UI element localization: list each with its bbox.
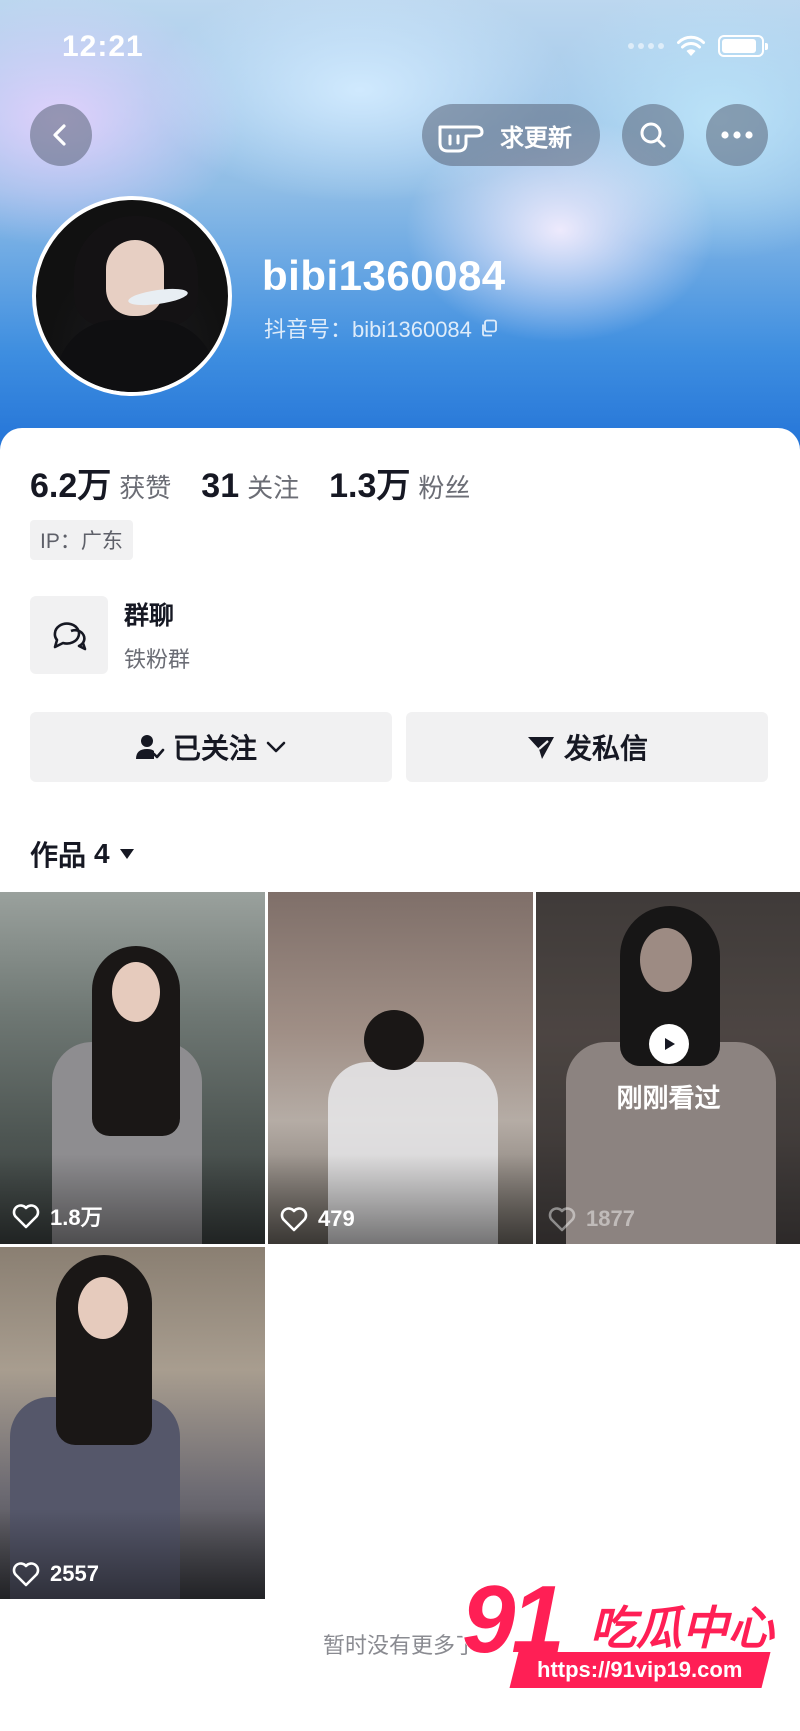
stat-followers[interactable]: 1.3万 粉丝	[329, 458, 470, 507]
like-count: 2557	[12, 1561, 99, 1587]
stat-following-value: 31	[201, 467, 240, 505]
more-dots-icon	[721, 131, 753, 139]
ip-location-tag: IP：广东	[30, 520, 133, 560]
send-message-button[interactable]: 发私信	[406, 712, 768, 782]
followed-label: 已关注	[172, 733, 257, 764]
heart-icon	[12, 1562, 40, 1587]
request-update-button[interactable]: 求更新	[422, 104, 600, 166]
battery-icon	[718, 35, 768, 57]
watermark-logo: 91 吃瓜中心 https://91vip19.com	[462, 1572, 782, 1698]
recently-watched-overlay: 刚刚看过	[536, 1024, 800, 1115]
status-icons	[628, 34, 768, 58]
like-count: 1877	[548, 1206, 635, 1232]
more-button[interactable]	[706, 104, 768, 166]
watermark-url: https://91vip19.com	[537, 1657, 743, 1682]
video-thumbnail[interactable]: 2557	[0, 1247, 265, 1599]
group-chat-subtitle: 铁粉群	[124, 647, 191, 672]
request-update-label: 求更新	[500, 124, 572, 152]
works-label: 作品	[30, 840, 87, 871]
user-check-icon	[135, 735, 165, 759]
like-count: 479	[280, 1206, 355, 1232]
heart-icon	[280, 1207, 308, 1232]
douyin-id[interactable]: 抖音号：bibi1360084	[264, 312, 498, 344]
douyin-id-text: 抖音号：bibi1360084	[264, 317, 472, 342]
signal-icon	[628, 43, 664, 49]
search-button[interactable]	[622, 104, 684, 166]
works-tab[interactable]: 作品 4	[30, 834, 136, 874]
like-count-value: 1877	[586, 1206, 635, 1231]
like-count: 1.8万	[12, 1200, 103, 1232]
recently-watched-label: 刚刚看过	[616, 1083, 721, 1113]
chevron-down-icon	[266, 741, 286, 753]
stat-followers-value: 1.3万	[329, 467, 411, 505]
video-thumbnail[interactable]: 1.8万	[0, 892, 265, 1244]
stat-likes[interactable]: 6.2万 获赞	[30, 458, 171, 507]
username: bibi1360084	[262, 252, 506, 299]
like-count-value: 2557	[50, 1561, 99, 1586]
profile-stats: 6.2万 获赞 31 关注 1.3万 粉丝	[30, 458, 500, 507]
group-chat-entry[interactable]: 群聊 铁粉群	[30, 596, 190, 674]
chevron-left-icon	[53, 124, 66, 146]
copy-icon[interactable]	[480, 319, 498, 337]
caret-down-icon	[119, 849, 134, 859]
stat-following[interactable]: 31 关注	[201, 467, 299, 506]
video-thumbnail[interactable]: 479	[268, 892, 533, 1244]
status-time: 12:21	[62, 30, 144, 63]
heart-icon	[548, 1207, 576, 1232]
back-button[interactable]	[30, 104, 92, 166]
group-chat-title: 群聊	[124, 602, 175, 630]
heart-icon	[12, 1204, 40, 1229]
avatar[interactable]	[32, 196, 232, 396]
wifi-icon	[677, 35, 705, 56]
group-chat-icon	[30, 596, 108, 674]
like-count-value: 479	[318, 1206, 355, 1231]
video-thumbnail[interactable]: 刚刚看过 1877	[536, 892, 800, 1244]
send-icon	[527, 737, 554, 759]
pointing-hand-icon	[438, 125, 484, 153]
like-count-value: 1.8万	[50, 1205, 103, 1230]
stat-following-label: 关注	[247, 473, 300, 503]
followed-button[interactable]: 已关注	[30, 712, 392, 782]
stat-followers-label: 粉丝	[418, 473, 471, 503]
play-icon	[648, 1024, 689, 1064]
stat-likes-label: 获赞	[119, 473, 172, 503]
search-icon	[640, 122, 666, 148]
send-message-label: 发私信	[563, 733, 648, 764]
works-count: 4	[94, 838, 110, 869]
stat-likes-value: 6.2万	[30, 467, 112, 505]
